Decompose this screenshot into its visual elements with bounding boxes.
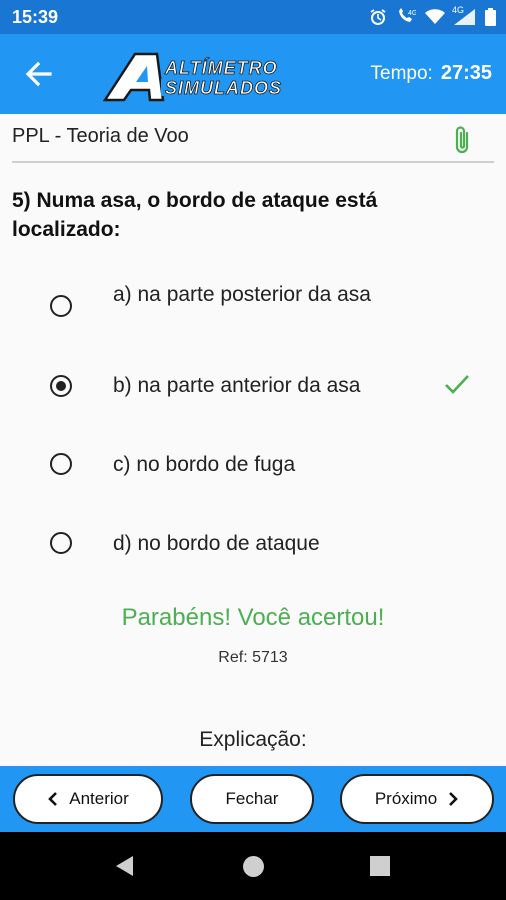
divider [12,161,494,163]
system-nav-bar [0,832,506,900]
next-button-label: Próximo [374,789,438,808]
option-label: a) na parte posterior da asa [113,283,371,306]
option-label: c) no bordo de fuga [113,453,296,476]
altimetro-logo: ALTÍMETRO SIMULADOS [102,52,333,102]
option-label: d) no bordo de ataque [113,532,320,555]
check-icon [443,373,471,397]
wifi-call-icon: 4G [396,8,417,31]
explanation-title: Explicação: [199,728,307,751]
close-button-label: Fechar [225,789,279,808]
question-text: 5) Numa asa, o bordo de ataque está loca… [12,189,378,241]
svg-text:4G: 4G [408,10,416,17]
option-label: b) na parte anterior da asa [113,374,361,397]
radio-a[interactable] [50,295,72,317]
wifi-icon [425,9,445,30]
reference-number: Ref: 5713 [218,649,288,666]
next-button[interactable]: Próximo [340,774,494,824]
previous-button-label: Anterior [69,789,129,808]
logo-line1: ALTÍMETRO [164,57,278,78]
alarm-icon [369,8,387,31]
status-bar: 15:39 4G 4G [0,0,506,34]
radio-c[interactable] [50,453,72,475]
logo-line2: SIMULADOS [165,78,282,98]
app-bar: ALTÍMETRO SIMULADOS Tempo: 27:35 [0,34,506,114]
status-icons: 4G 4G [369,5,496,31]
subject-title: PPL - Teoria de Voo [12,125,189,147]
back-arrow-icon[interactable] [20,56,56,92]
signal-icon: 4G [452,5,476,30]
radio-b[interactable] [50,375,72,397]
feedback-message: Parabéns! Você acertou! [121,604,385,631]
battery-icon [485,8,496,31]
nav-recents-icon[interactable] [370,856,390,876]
radio-d[interactable] [50,532,72,554]
bottom-button-bar: Anterior Fechar Próximo [0,766,506,832]
chevron-left-icon [48,792,58,806]
nav-home-icon[interactable] [243,856,264,877]
timer-value: 27:35 [440,62,492,84]
close-button[interactable]: Fechar [190,774,314,824]
timer: Tempo: 27:35 [371,62,492,85]
paperclip-icon[interactable] [452,124,474,156]
status-time: 15:39 [12,7,59,27]
previous-button[interactable]: Anterior [13,774,163,824]
network-label: 4G [452,5,465,15]
chevron-right-icon [449,792,459,806]
timer-label: Tempo: [370,63,433,84]
nav-back-icon[interactable] [116,856,133,876]
